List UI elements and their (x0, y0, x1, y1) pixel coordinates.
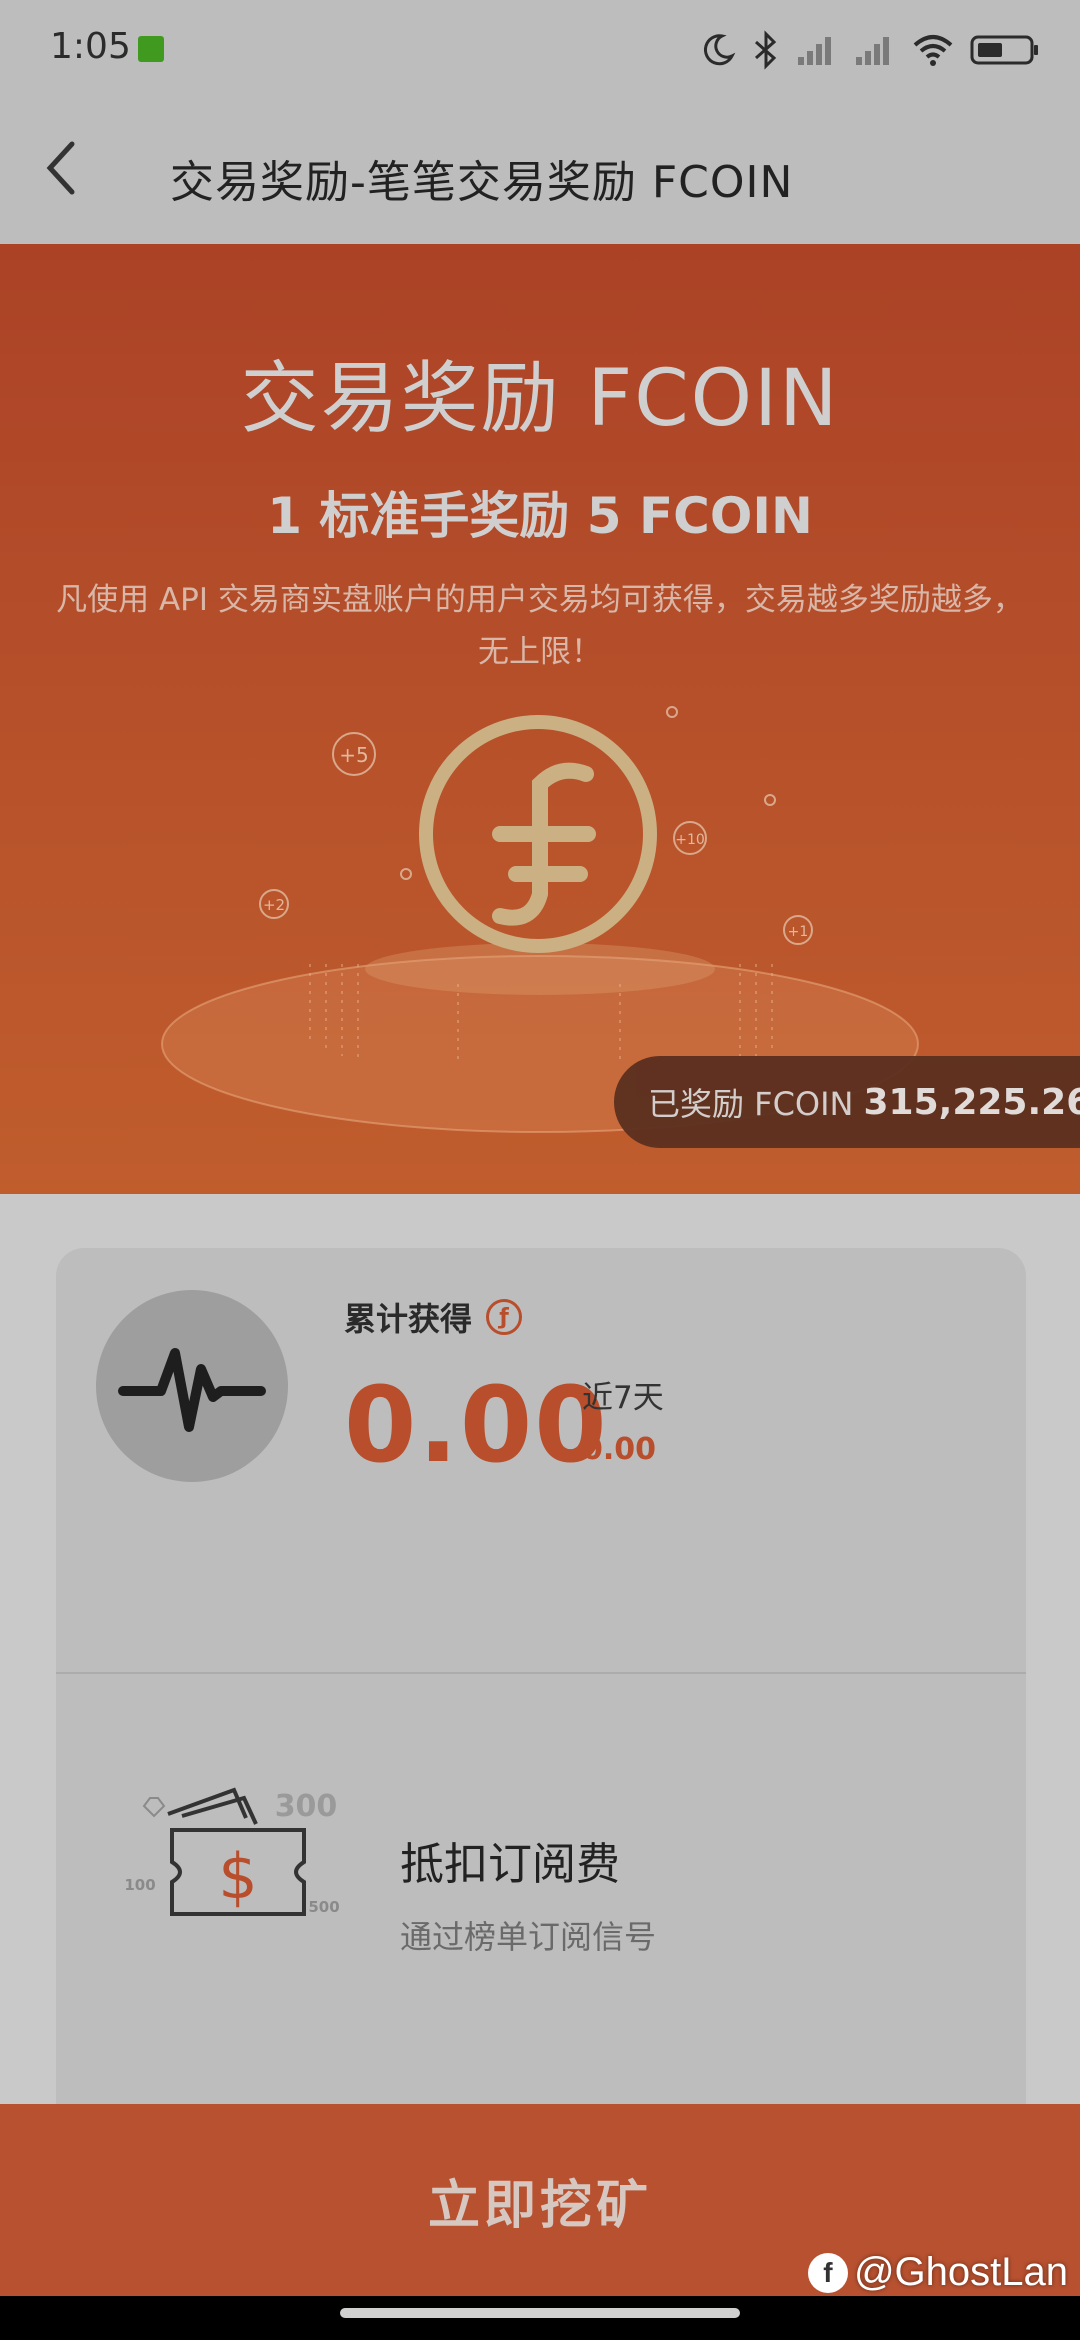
status-bar: 1:05 (0, 0, 1080, 96)
bubble-plus1: +1 (788, 924, 809, 940)
signal-icon (856, 37, 889, 65)
divider (56, 1672, 1026, 1674)
fcoin-icon: ƒ (486, 1299, 523, 1335)
earnings-card: 累计获得 ƒ 0.00 近7天 0.00 $ 300 100 500 抵扣订阅费… (56, 1248, 1026, 2248)
ticket-number-300: 300 (275, 1789, 338, 1824)
bubble-plus5: +5 (339, 743, 368, 767)
hero-description: 凡使用 API 交易商实盘账户的用户交易均可获得，交易越多奖励越多，无上限！ (56, 582, 1024, 670)
status-time: 1:05 (50, 26, 131, 67)
bubble-plus10: +10 (675, 832, 705, 848)
hero-subtitle: 1 标准手奖励 5 FCOIN (267, 487, 813, 545)
ticket-number-100: 100 (124, 1876, 155, 1894)
pulse-icon (118, 1348, 266, 1432)
subscription-title[interactable]: 抵扣订阅费 (400, 1828, 620, 1892)
cumulative-earned: 累计获得 ƒ (344, 1294, 523, 1340)
nav-bar: 交易奖励-笔笔交易奖励 FCOIN (0, 96, 1080, 244)
diamond-icon (142, 1797, 166, 1818)
fcoin-logo-icon (492, 762, 596, 926)
battery-icon (970, 35, 1038, 65)
watermark-logo-icon: f (807, 2252, 848, 2293)
svg-text:$: $ (218, 1840, 257, 1913)
seven-days-value: 0.00 (582, 1432, 657, 1467)
watermark: f @GhostLan (807, 2250, 1068, 2295)
moon-icon (703, 34, 736, 66)
ticket-icon: $ 300 100 500 (124, 1787, 340, 1916)
cumulative-label: 累计获得 (344, 1300, 473, 1338)
page-title: 交易奖励-笔笔交易奖励 FCOIN (170, 157, 794, 208)
reward-value: 315,225.26 (863, 1081, 1080, 1123)
back-button[interactable] (30, 136, 94, 200)
reward-label: 已奖励 FCOIN (648, 1085, 854, 1123)
gesture-bar (0, 2296, 1080, 2340)
bubble-plus2: +2 (263, 896, 285, 914)
app-notification-icon (138, 36, 164, 62)
chevron-left-icon (46, 141, 75, 195)
subscription-description: 通过榜单订阅信号 (400, 1918, 657, 1956)
wifi-icon (913, 35, 953, 66)
signal-icon (798, 37, 831, 65)
hero-title: 交易奖励 FCOIN (240, 354, 840, 444)
hero-banner: +5 +10 +2 +1 交易奖励 FCOIN 1 标准手奖励 5 FCOIN … (0, 244, 1080, 1194)
ticket-number-500: 500 (308, 1898, 339, 1916)
total-reward-pill: 已奖励 FCOIN 315,225.26 (614, 1056, 1080, 1148)
avatar (96, 1290, 288, 1482)
bluetooth-icon (755, 30, 777, 70)
home-indicator[interactable] (340, 2308, 740, 2318)
watermark-text: @GhostLan (853, 2250, 1068, 2294)
cumulative-value: 0.00 (344, 1364, 609, 1486)
seven-days-label: 近7天 (582, 1380, 664, 1416)
status-icons (700, 28, 1040, 72)
